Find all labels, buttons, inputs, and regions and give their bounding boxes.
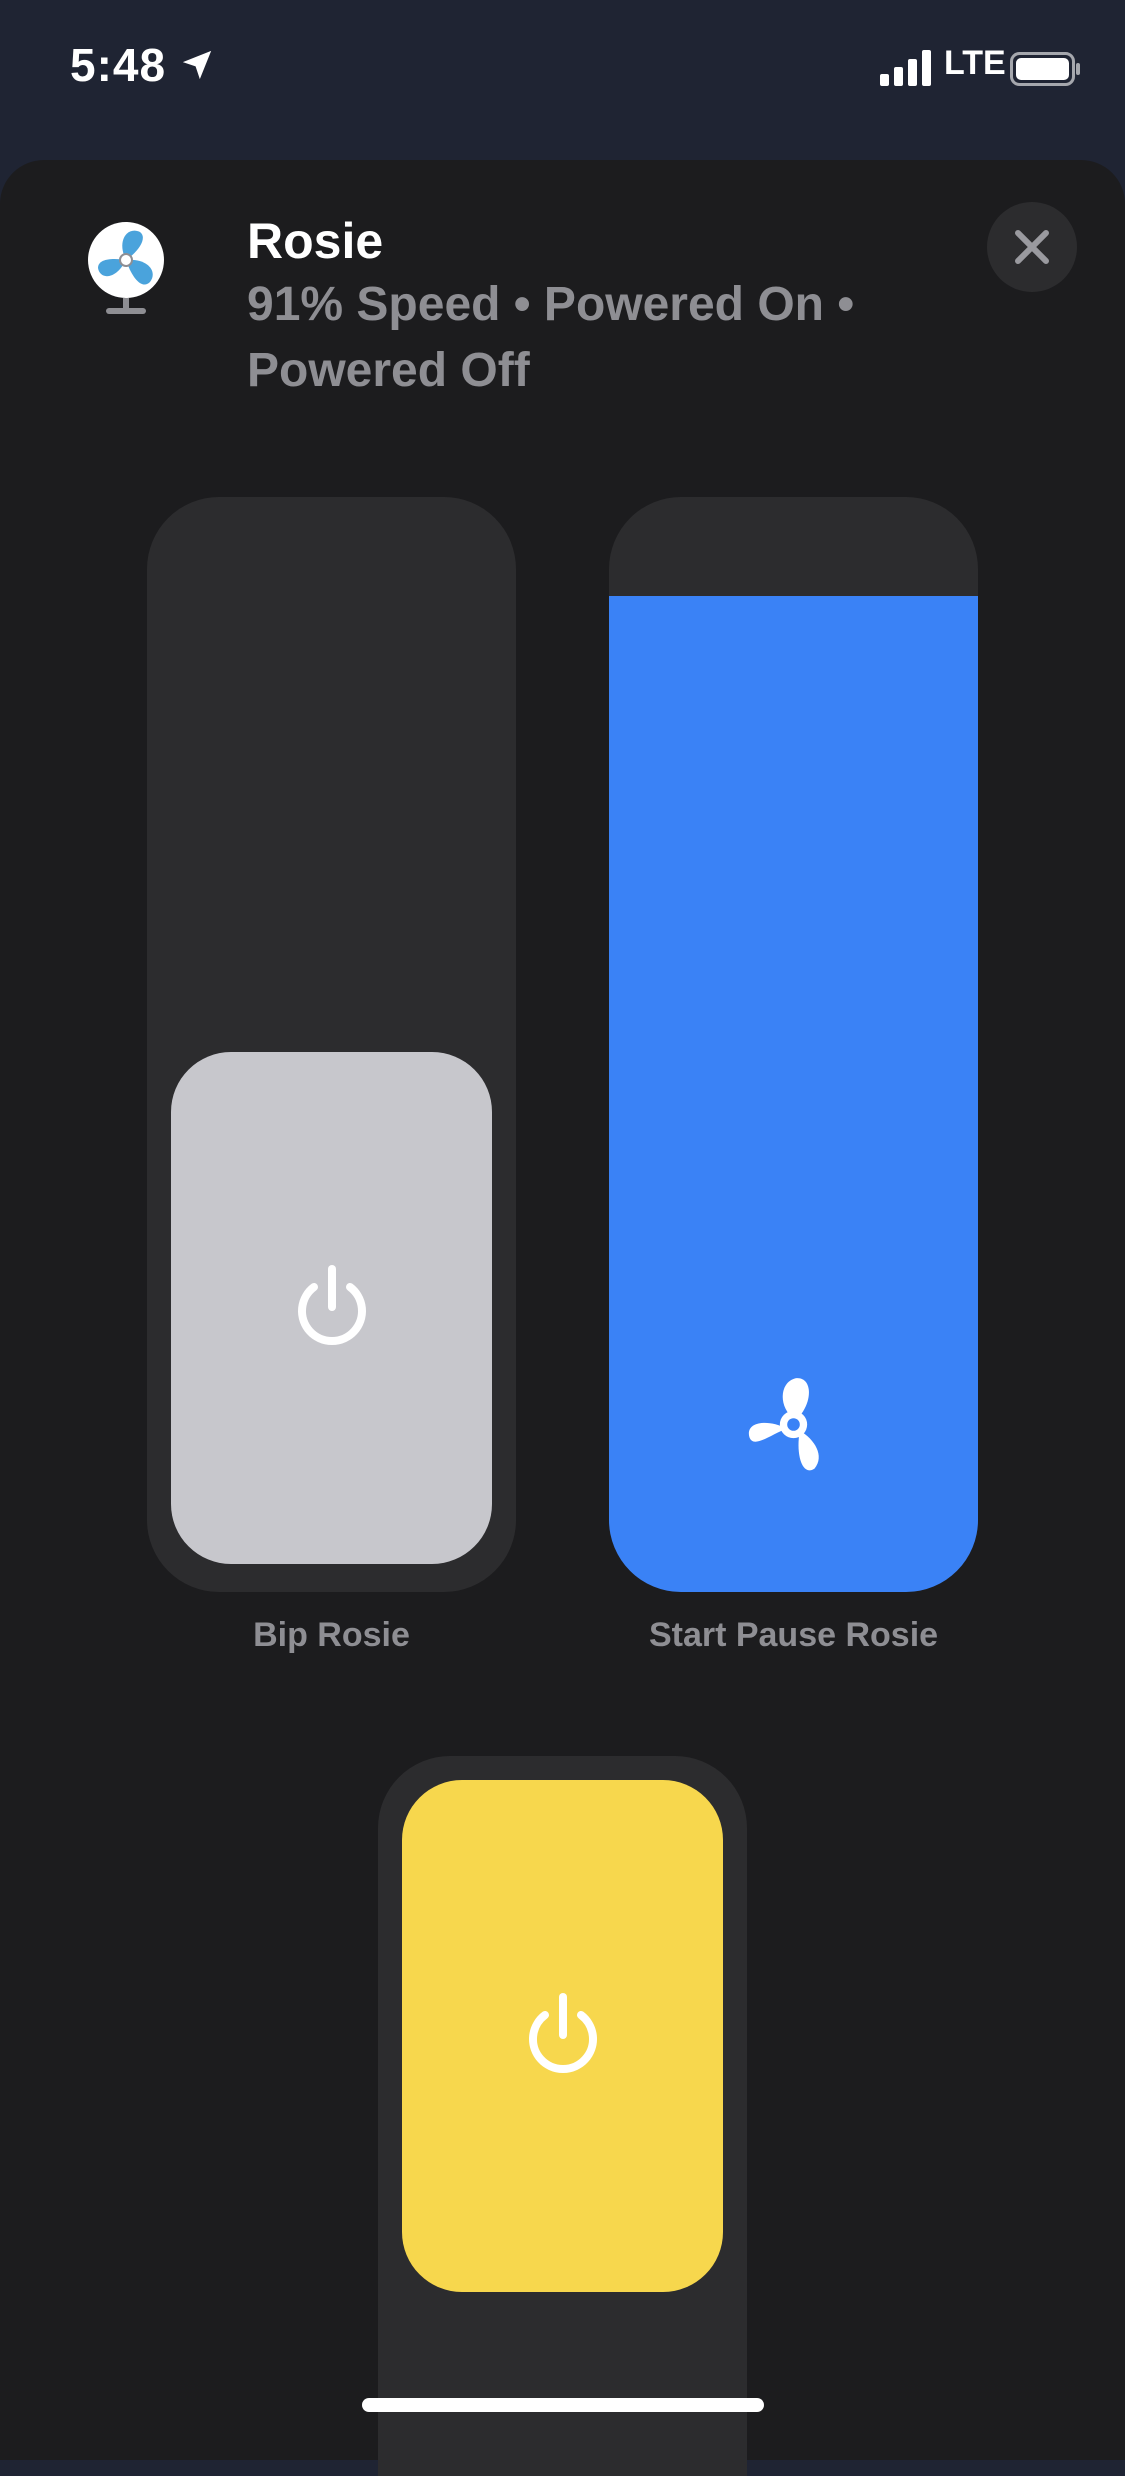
control-label: Start Pause Rosie bbox=[648, 1616, 939, 1654]
bip-rosie-switch[interactable] bbox=[147, 497, 516, 1592]
accessory-status: 91% Speed • Powered On • Powered Off bbox=[247, 278, 855, 397]
fan-speed-slider[interactable] bbox=[609, 497, 978, 1592]
power-icon bbox=[297, 1265, 366, 1345]
close-icon bbox=[1015, 230, 1049, 264]
home-indicator[interactable] bbox=[362, 2398, 764, 2412]
accessory-name: Rosie bbox=[247, 213, 384, 269]
fan-icon bbox=[748, 1378, 819, 1471]
switch-knob bbox=[171, 1052, 492, 1564]
battery-icon bbox=[1010, 52, 1080, 86]
status-bar: 5:48 LTE bbox=[0, 0, 1125, 140]
power-icon bbox=[528, 1993, 597, 2073]
network-type: LTE bbox=[944, 44, 1006, 82]
power-switch[interactable] bbox=[378, 1756, 747, 2476]
desk-fan-icon bbox=[88, 222, 164, 314]
switch-knob bbox=[402, 1780, 723, 2292]
control-label: Bip Rosie bbox=[253, 1616, 410, 1654]
signal-bars-icon bbox=[880, 50, 931, 86]
close-button[interactable] bbox=[987, 202, 1077, 292]
status-time: 5:48 bbox=[70, 39, 167, 91]
location-arrow-icon bbox=[182, 50, 212, 80]
